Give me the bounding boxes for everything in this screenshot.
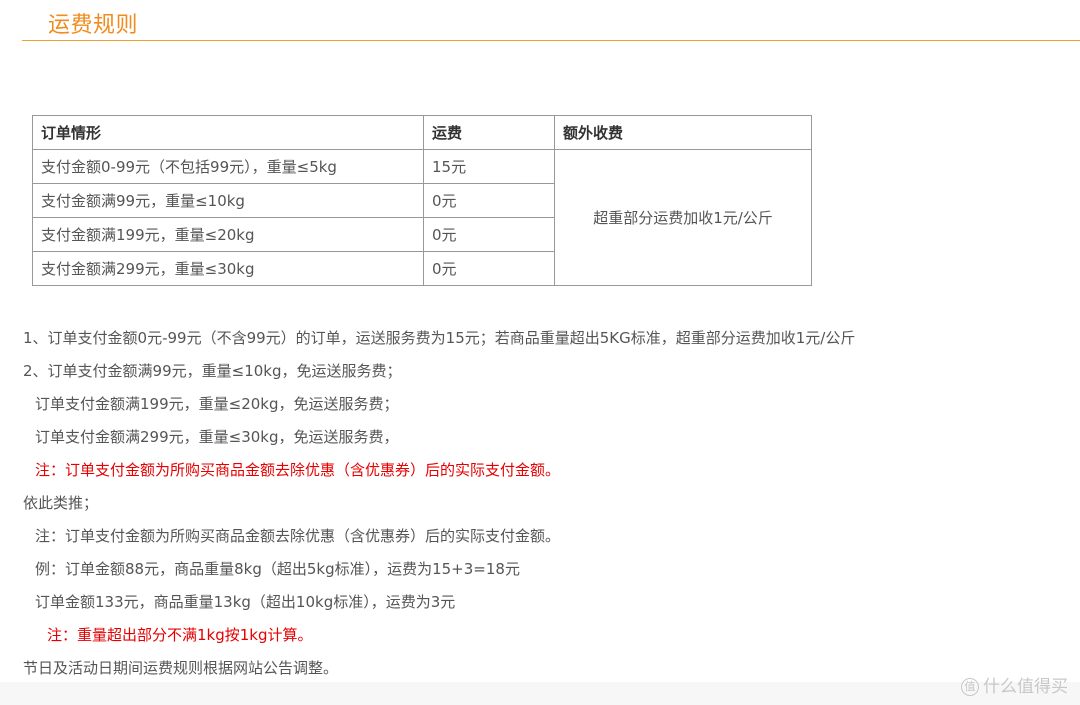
column-header-fee: 运费 — [423, 115, 555, 150]
note-line: 节日及活动日期间运费规则根据网站公告调整。 — [23, 659, 339, 677]
note-line: 订单支付金额满299元，重量≤30kg，免运送服务费， — [35, 428, 399, 446]
table-header-row: 订单情形 运费 额外收费 — [32, 115, 812, 150]
note-warning: 注：订单支付金额为所购买商品金额去除优惠（含优惠券）后的实际支付金额。 — [35, 461, 561, 479]
note-line: 1、订单支付金额0元-99元（不含99元）的订单，运送服务费为15元；若商品重量… — [23, 329, 856, 347]
note-warning: 注：重量超出部分不满1kg按1kg计算。 — [47, 626, 313, 644]
note-example: 例：订单金额88元，商品重量8kg（超出5kg标准），运费为15+3=18元 — [35, 560, 520, 578]
table-row: 支付金额0-99元（不包括99元），重量≤5kg 15元 超重部分运费加收1元/… — [32, 149, 812, 286]
rules-notes: 1、订单支付金额0元-99元（不含99元）的订单，运送服务费为15元；若商品重量… — [23, 322, 855, 685]
column-header-condition: 订单情形 — [32, 115, 424, 150]
page-title: 运费规则 — [48, 13, 139, 38]
cell-condition: 支付金额满299元，重量≤30kg — [32, 251, 424, 286]
column-header-extra: 额外收费 — [554, 115, 812, 150]
note-line: 2、订单支付金额满99元，重量≤10kg，免运送服务费； — [23, 362, 402, 380]
cell-extra-charge: 超重部分运费加收1元/公斤 — [554, 149, 812, 286]
section-header: 运费规则 — [22, 0, 1080, 41]
watermark: 值什么值得买 — [961, 672, 1068, 697]
watermark-text: 什么值得买 — [983, 677, 1068, 697]
watermark-logo-icon: 值 — [961, 678, 979, 696]
cell-fee: 0元 — [423, 251, 555, 286]
cell-fee: 15元 — [423, 149, 555, 184]
note-line: 依此类推； — [23, 494, 99, 512]
cell-fee: 0元 — [423, 183, 555, 218]
note-example: 订单金额133元，商品重量13kg（超出10kg标准），运费为3元 — [35, 593, 456, 611]
cell-condition: 支付金额满99元，重量≤10kg — [32, 183, 424, 218]
cell-fee: 0元 — [423, 217, 555, 252]
shipping-fee-table: 订单情形 运费 额外收费 支付金额0-99元（不包括99元），重量≤5kg 15… — [32, 115, 812, 286]
note-line: 订单支付金额满199元，重量≤20kg，免运送服务费； — [35, 395, 399, 413]
cell-condition: 支付金额0-99元（不包括99元），重量≤5kg — [32, 149, 424, 184]
note-line: 注：订单支付金额为所购买商品金额去除优惠（含优惠券）后的实际支付金额。 — [35, 527, 561, 545]
footer-bar — [0, 682, 1080, 705]
cell-condition: 支付金额满199元，重量≤20kg — [32, 217, 424, 252]
